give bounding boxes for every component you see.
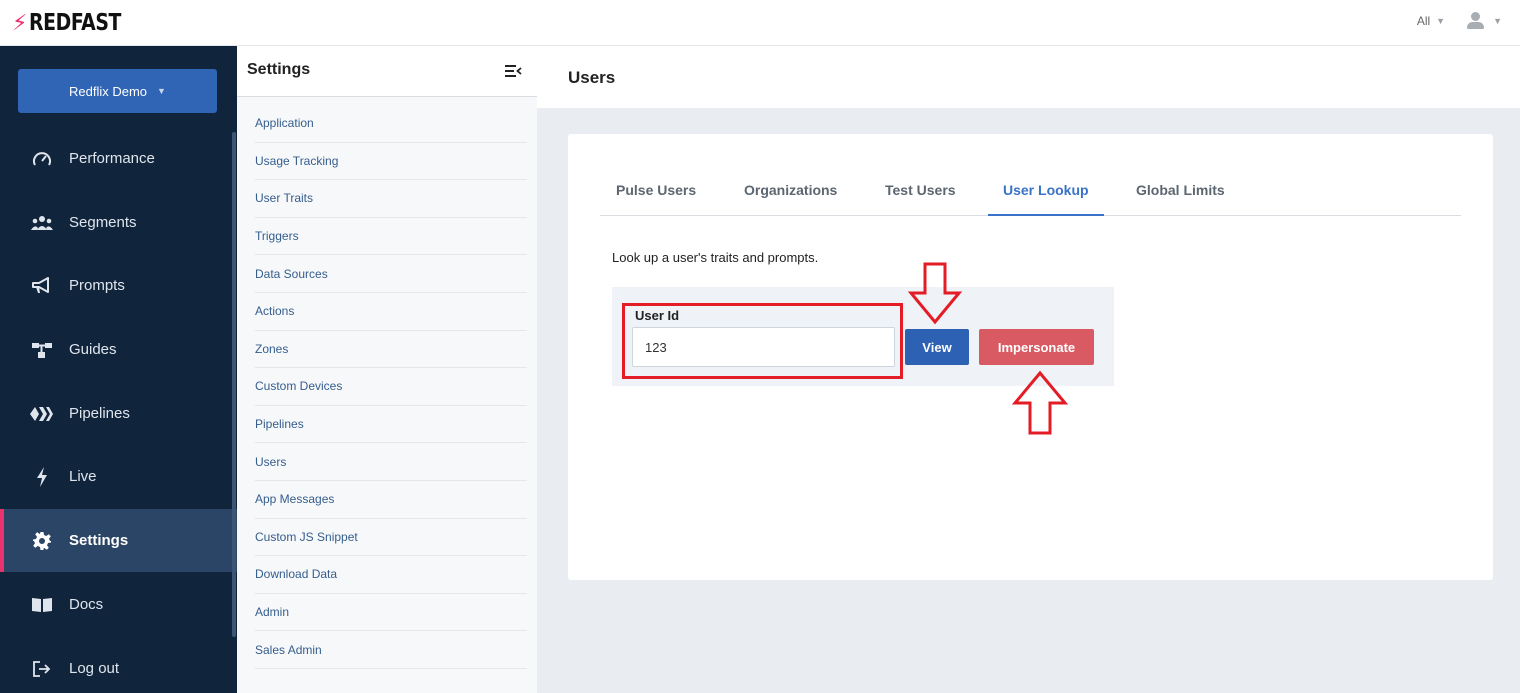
gauge-icon [29, 150, 55, 168]
collapse-panel-icon[interactable] [504, 63, 522, 79]
settings-item-data-sources[interactable]: Data Sources [255, 255, 527, 293]
settings-item-users[interactable]: Users [255, 443, 527, 481]
nav-item-settings[interactable]: Settings [0, 509, 237, 572]
settings-item-pipelines[interactable]: Pipelines [255, 406, 527, 444]
user-avatar-icon [1465, 12, 1487, 30]
megaphone-icon [29, 276, 55, 295]
tab-global-limits[interactable]: Global Limits [1136, 182, 1225, 216]
gear-icon [29, 531, 55, 551]
settings-item-admin[interactable]: Admin [255, 594, 527, 632]
nav-item-label: Segments [69, 214, 137, 231]
chevron-down-icon: ▼ [1436, 16, 1446, 26]
redfast-logo[interactable]: ⚡︎ REDFAST [12, 7, 142, 39]
top-bar: ⚡︎ REDFAST All ▼ ▼ [0, 0, 1520, 46]
settings-item-application[interactable]: Application [255, 105, 527, 143]
top-right-controls: All ▼ ▼ [1417, 12, 1502, 30]
view-button[interactable]: View [905, 329, 969, 365]
nav-item-label: Docs [69, 596, 104, 613]
nav-item-label: Live [69, 468, 97, 485]
settings-list: Application Usage Tracking User Traits Trig… [255, 105, 527, 669]
filter-label: All [1416, 14, 1431, 28]
tab-organizations[interactable]: Organizations [744, 182, 837, 216]
pipelines-icon [29, 406, 55, 422]
sitemap-icon [29, 341, 55, 359]
nav-scrollbar[interactable] [232, 132, 236, 637]
settings-header: Settings [237, 46, 537, 97]
nav-item-label: Log out [69, 660, 120, 677]
nav-item-pipelines[interactable]: Pipelines [0, 382, 237, 445]
settings-panel: Settings Application Usage Tracking User T… [237, 46, 537, 693]
tab-pulse-users[interactable]: Pulse Users [616, 182, 696, 216]
users-card: Pulse Users Organizations Test Users Use… [568, 134, 1493, 580]
nav-item-label: Prompts [69, 277, 125, 294]
org-selector-button[interactable]: Redflix Demo ▼ [18, 69, 217, 113]
settings-item-custom-devices[interactable]: Custom Devices [255, 368, 527, 406]
settings-item-sales-admin[interactable]: Sales Admin [255, 631, 527, 669]
nav-item-live[interactable]: Live [0, 445, 237, 508]
settings-item-custom-js-snippet[interactable]: Custom JS Snippet [255, 519, 527, 557]
page-title: Users [568, 68, 616, 87]
settings-item-zones[interactable]: Zones [255, 331, 527, 369]
settings-item-actions[interactable]: Actions [255, 293, 527, 331]
nav-item-label: Settings [69, 532, 129, 549]
org-selector-label: Redflix Demo [69, 83, 148, 99]
filter-dropdown[interactable]: All ▼ [1417, 14, 1445, 28]
nav-item-docs[interactable]: Docs [0, 573, 237, 636]
nav-item-label: Pipelines [69, 405, 130, 422]
nav-item-label: Guides [69, 341, 117, 358]
nav-item-performance[interactable]: Performance [0, 127, 237, 190]
lookup-description: Look up a user's traits and prompts. [612, 250, 819, 265]
chevron-down-icon: ▼ [1493, 16, 1502, 26]
nav-item-segments[interactable]: Segments [0, 191, 237, 254]
nav-item-prompts[interactable]: Prompts [0, 254, 237, 317]
settings-item-download-data[interactable]: Download Data [255, 556, 527, 594]
nav-item-logout[interactable]: Log out [0, 637, 237, 693]
main-header: Users [537, 46, 1520, 108]
annotation-highlight-box [622, 303, 903, 379]
logo-text: REDFAST [29, 10, 122, 36]
settings-item-app-messages[interactable]: App Messages [255, 481, 527, 519]
tab-user-lookup[interactable]: User Lookup [988, 182, 1104, 216]
impersonate-button[interactable]: Impersonate [979, 329, 1094, 365]
nav-item-guides[interactable]: Guides [0, 318, 237, 381]
annotation-arrow-up-icon [1012, 370, 1068, 435]
settings-title: Settings [247, 61, 311, 78]
users-tabs: Pulse Users Organizations Test Users Use… [600, 172, 1461, 216]
left-navigation: Redflix Demo ▼ Performance Segments Prom… [0, 46, 237, 693]
tab-test-users[interactable]: Test Users [885, 182, 956, 216]
settings-item-usage-tracking[interactable]: Usage Tracking [255, 143, 527, 181]
users-icon [29, 215, 55, 231]
bolt-icon [29, 466, 55, 487]
chevron-down-icon: ▼ [157, 86, 166, 96]
annotation-arrow-down-icon [908, 262, 962, 325]
settings-item-triggers[interactable]: Triggers [255, 218, 527, 256]
book-icon [29, 597, 55, 613]
nav-item-label: Performance [69, 150, 155, 167]
user-menu[interactable]: ▼ [1465, 12, 1502, 30]
bolt-logo-icon: ⚡︎ [12, 10, 28, 35]
logout-icon [29, 660, 55, 678]
settings-item-user-traits[interactable]: User Traits [255, 180, 527, 218]
